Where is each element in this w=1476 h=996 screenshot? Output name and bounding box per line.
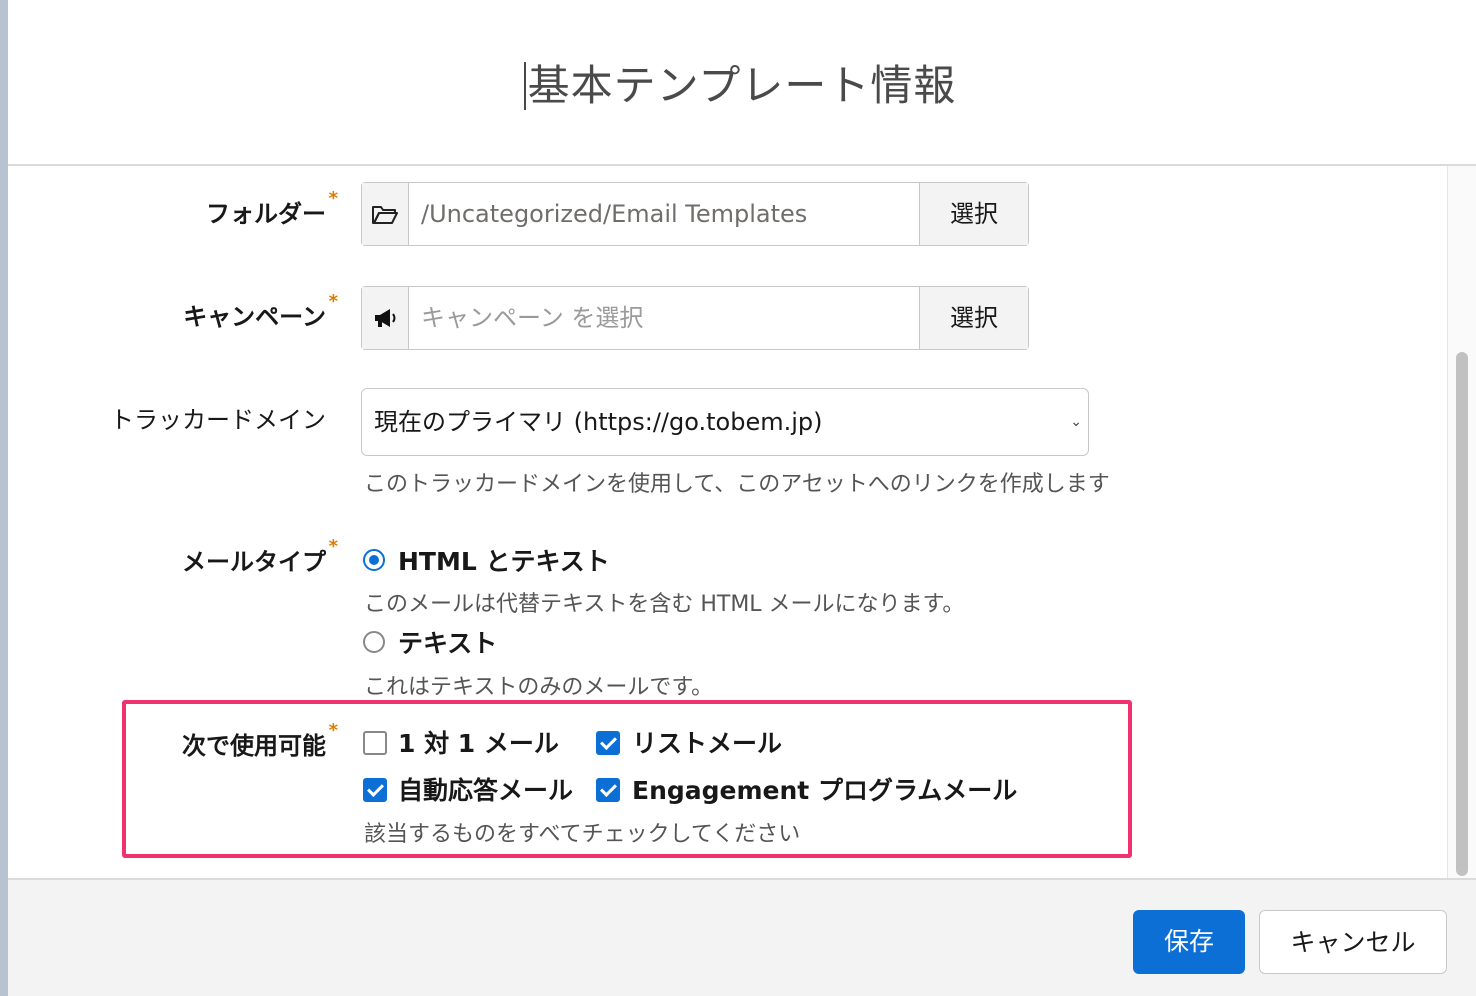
modal-header: 基本テンプレート情報 — [8, 0, 1476, 166]
campaign-label: キャンペーン * — [183, 291, 338, 332]
scrollbar-track[interactable] — [1447, 166, 1476, 878]
tracker-domain-value: 現在のプライマリ (https://go.tobem.jp) — [374, 408, 823, 436]
radio-text-only-label[interactable]: テキスト — [398, 624, 497, 660]
checkbox-one-to-one-label[interactable]: 1 対 1 メール — [398, 724, 559, 760]
checkbox-engagement[interactable] — [596, 778, 620, 802]
required-marker: * — [328, 188, 338, 209]
cancel-button[interactable]: キャンセル — [1259, 910, 1447, 974]
email-type-label-text: メールタイプ — [182, 548, 326, 576]
radio-html-text-help: このメールは代替テキストを含む HTML メールになります。 — [364, 592, 965, 617]
radio-text-only-help: これはテキストのみのメールです。 — [364, 675, 714, 700]
modal-footer: 保存 キャンセル — [8, 878, 1476, 996]
scrollbar-thumb[interactable] — [1456, 352, 1468, 876]
folder-label-text: フォルダー — [206, 200, 326, 228]
campaign-label-text: キャンペーン — [183, 303, 326, 331]
folder-select-button[interactable]: 選択 — [919, 183, 1028, 245]
folder-open-icon — [362, 183, 409, 245]
radio-html-text-label[interactable]: HTML とテキスト — [398, 542, 610, 578]
modal-body: フォルダー * /Uncategorized/Email Templates 選… — [8, 166, 1476, 878]
tracker-domain-select[interactable]: 現在のプライマリ (https://go.tobem.jp) ⌄ — [361, 388, 1089, 456]
folder-label: フォルダー * — [206, 188, 338, 229]
email-type-label: メールタイプ * — [182, 536, 338, 577]
modal-dialog: 基本テンプレート情報 フォルダー * /Uncategorized/Email … — [8, 0, 1476, 996]
save-button[interactable]: 保存 — [1133, 910, 1245, 974]
radio-text-only[interactable] — [363, 631, 385, 653]
megaphone-icon — [362, 287, 409, 349]
required-marker: * — [328, 291, 338, 312]
folder-path-value[interactable]: /Uncategorized/Email Templates — [409, 183, 919, 245]
required-marker: * — [328, 720, 338, 741]
chevron-down-icon: ⌄ — [1070, 414, 1082, 430]
checkbox-list-email-label[interactable]: リストメール — [632, 724, 782, 760]
checkbox-one-to-one[interactable] — [363, 731, 387, 755]
available-for-label-text: 次で使用可能 — [182, 732, 326, 760]
campaign-input[interactable]: キャンペーン を選択 — [409, 287, 919, 349]
campaign-select-button[interactable]: 選択 — [919, 287, 1028, 349]
tracker-domain-label: トラッカードメイン — [110, 406, 326, 434]
folder-lookup: /Uncategorized/Email Templates 選択 — [361, 182, 1029, 246]
campaign-lookup: キャンペーン を選択 選択 — [361, 286, 1029, 350]
tracker-domain-help: このトラッカードメインを使用して、このアセットへのリンクを作成します — [364, 472, 1110, 497]
available-for-label: 次で使用可能 * — [182, 720, 338, 761]
available-for-help: 該当するものをすべてチェックしてください — [364, 822, 801, 847]
required-marker: * — [328, 536, 338, 557]
checkbox-autoresponder-label[interactable]: 自動応答メール — [398, 771, 573, 807]
checkbox-autoresponder[interactable] — [363, 778, 387, 802]
modal-title: 基本テンプレート情報 — [527, 61, 957, 110]
checkbox-list-email[interactable] — [596, 731, 620, 755]
radio-html-text[interactable] — [363, 549, 385, 571]
checkbox-engagement-label[interactable]: Engagement プログラムメール — [632, 771, 1017, 807]
